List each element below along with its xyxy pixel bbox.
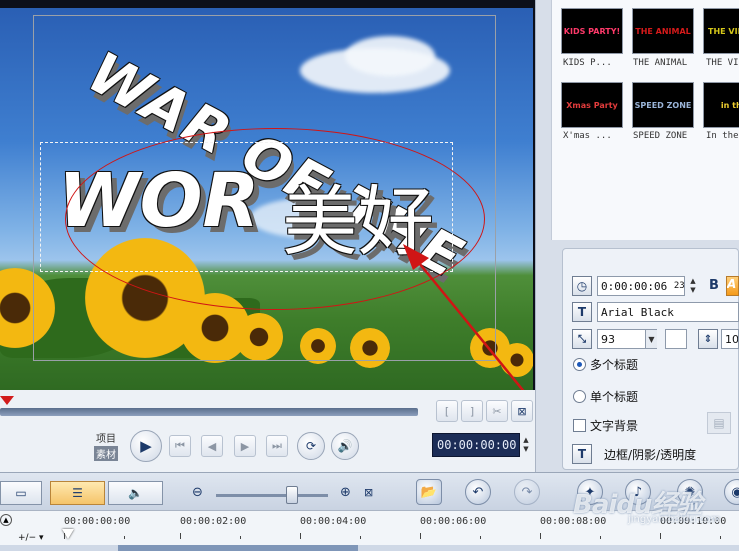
mark-out-button[interactable]: ] — [461, 400, 483, 422]
annotation-arrow — [403, 244, 525, 390]
duration-field[interactable]: 0:00:00:06 23 — [597, 276, 685, 296]
library-item-thumb[interactable]: THE ANIMAL — [632, 8, 694, 54]
fit-project-icon[interactable]: ⊠ — [364, 486, 373, 499]
volume-icon[interactable]: 🔊 — [331, 432, 359, 460]
font-color-swatch[interactable] — [665, 329, 687, 349]
video-track-strip[interactable] — [0, 545, 739, 551]
go-to-end-icon[interactable]: ⏭ — [266, 435, 288, 457]
text-font-icon: T — [572, 302, 592, 322]
bold-button[interactable]: B — [709, 278, 719, 293]
next-frame-icon[interactable]: ▶ — [234, 435, 256, 457]
duration-spinner[interactable]: ▲ ▼ — [687, 276, 699, 296]
library-item-label: KIDS P... — [563, 58, 612, 68]
library-item-label: THE ANIMAL — [633, 58, 688, 68]
text-background-label: 文字背景 — [590, 419, 639, 433]
zoom-out-icon[interactable]: ⊖ — [192, 485, 203, 500]
track-manager-icon[interactable]: ▲ — [0, 514, 12, 526]
scrub-bar[interactable] — [0, 408, 418, 416]
scissors-icon[interactable]: ✂ — [486, 400, 508, 422]
redo-icon[interactable]: ↷ — [514, 479, 540, 505]
library-item-thumb[interactable]: THE VIRGIN — [703, 8, 739, 54]
chevron-down-icon[interactable]: ▼ — [645, 330, 657, 348]
repeat-icon[interactable]: ⟳ — [297, 432, 325, 460]
library-item-thumb[interactable]: KIDS PARTY! — [561, 8, 623, 54]
enlarge-preview-icon[interactable]: ⊠ — [511, 400, 533, 422]
timecode-display[interactable]: 00:00:00:00 — [432, 433, 520, 457]
preview-window[interactable]: WAR OF THE WOR 美好 — [0, 0, 535, 390]
storyboard-view-icon[interactable]: ▭ — [0, 481, 42, 505]
library-item-label: In the — [706, 131, 739, 141]
library-item-label: THE VI — [706, 58, 739, 68]
multi-title-label: 多个标题 — [590, 358, 639, 372]
go-to-start-icon[interactable]: ⏮ — [169, 435, 191, 457]
undo-icon[interactable]: ↶ — [465, 479, 491, 505]
line-spacing-icon: ⇕ — [698, 329, 718, 349]
border-shadow-icon[interactable]: T — [572, 444, 592, 464]
library-item-thumb[interactable]: SPEED ZONE — [632, 82, 694, 128]
subtitle-editor-icon[interactable]: ◉ — [724, 479, 739, 505]
ruler-tick-label: 00:00:04:00 — [300, 516, 367, 527]
text-background-settings-icon[interactable]: ▤ — [707, 412, 731, 434]
multi-title-radio[interactable] — [573, 358, 586, 371]
timeline-view-icon[interactable]: ☰ — [50, 481, 105, 505]
clip-mode-label[interactable]: 素材 — [94, 446, 118, 461]
zoom-slider-handle[interactable] — [286, 486, 298, 504]
scrub-handle[interactable] — [0, 396, 14, 405]
ruler-tick-label: 00:00:02:00 — [180, 516, 247, 527]
insert-media-icon[interactable]: 📂 — [416, 479, 442, 505]
ruler-tick-label: 00:00:00:00 — [64, 516, 131, 527]
previous-frame-icon[interactable]: ◀ — [201, 435, 223, 457]
border-shadow-label[interactable]: 边框/阴影/透明度 — [604, 446, 696, 463]
zoom-slider[interactable] — [216, 494, 328, 497]
library-item-label: X'mas ... — [563, 131, 612, 141]
line-spacing-field[interactable]: 10 — [721, 329, 739, 349]
baidu-watermark-url: jingyan.baidu.com — [628, 514, 721, 525]
text-background-checkbox[interactable] — [573, 419, 586, 432]
play-icon[interactable]: ▶ — [130, 430, 162, 462]
ruler-tick-label: 00:00:06:00 — [420, 516, 487, 527]
zoom-in-icon[interactable]: ⊕ — [340, 485, 351, 500]
clock-icon: ◷ — [572, 276, 592, 296]
library-item-label: SPEED ZONE — [633, 131, 688, 141]
project-mode-label[interactable]: 项目 — [96, 430, 116, 445]
mark-in-button[interactable]: [ — [436, 400, 458, 422]
timecode-spinner[interactable]: ▲ ▼ — [520, 433, 532, 457]
library-item-thumb[interactable]: in the — [703, 82, 739, 128]
audio-view-icon[interactable]: 🔈 — [108, 481, 163, 505]
title-clip[interactable] — [118, 545, 358, 551]
single-title-label: 单个标题 — [590, 390, 639, 404]
font-size-icon: ⤡ — [572, 329, 592, 349]
single-title-radio[interactable] — [573, 390, 586, 403]
font-select[interactable]: Arial Black — [597, 302, 739, 322]
italic-button[interactable]: A — [726, 276, 739, 296]
add-remove-chapter-button[interactable]: +/− ▾ — [18, 533, 44, 543]
playback-controls: [ ] ✂ ⊠ 项目 素材 ▶ ⏮ ◀ ▶ ⏭ ⟳ 🔊 00:00:00:00 … — [0, 390, 535, 472]
library-item-thumb[interactable]: Xmas Party — [561, 82, 623, 128]
